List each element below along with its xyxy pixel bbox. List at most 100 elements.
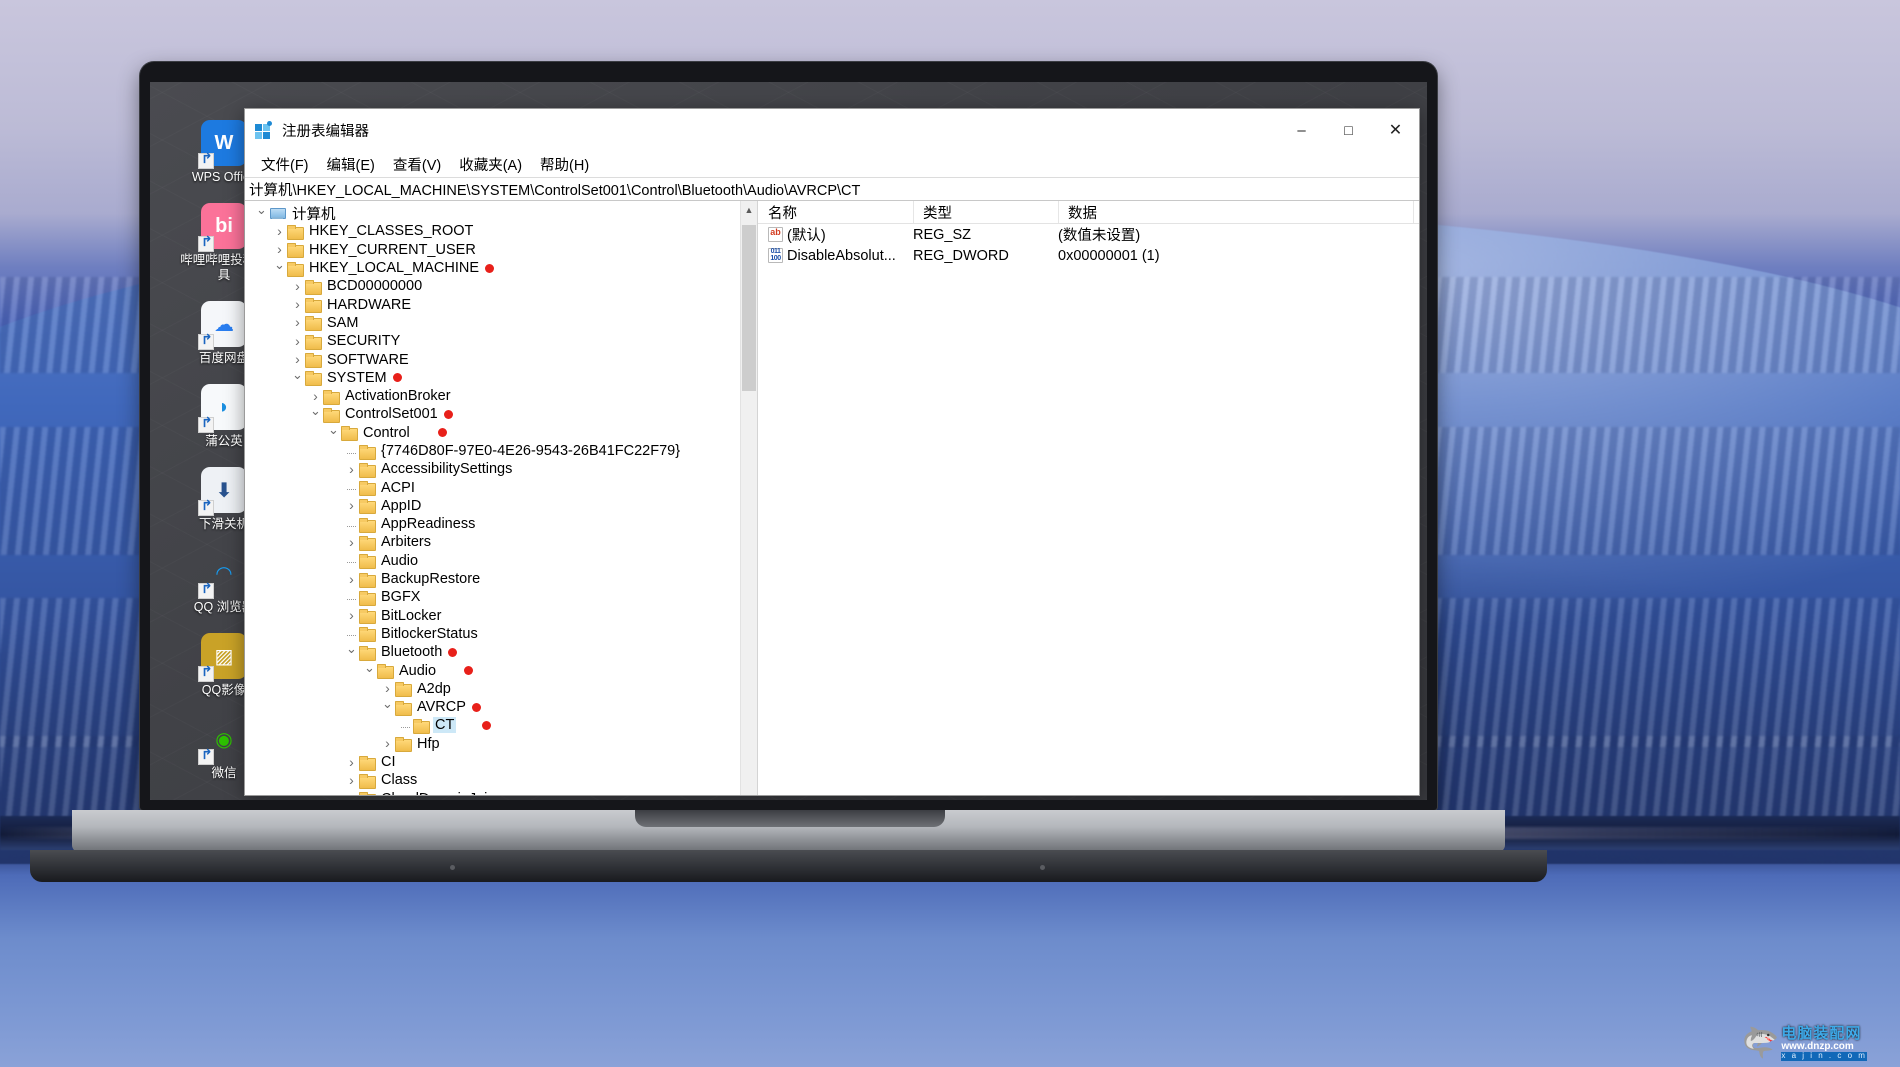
tree-node[interactable]: Audio (245, 552, 740, 570)
tree-node[interactable]: BCD00000000 (245, 277, 740, 295)
tree-node[interactable]: ACPI (245, 478, 740, 497)
value-row[interactable]: DisableAbsolut... REG_DWORD 0x00000001 (1) (758, 245, 1419, 266)
tree-node[interactable]: A2dp (245, 680, 740, 698)
tree-node[interactable]: BackupRestore (245, 570, 740, 588)
chevron-right-icon[interactable] (290, 352, 305, 367)
tree-node[interactable]: HARDWARE (245, 295, 740, 314)
registry-editor-icon (255, 121, 273, 139)
menu-item-0[interactable]: 文件(F) (254, 152, 316, 177)
tree-node[interactable]: SAM (245, 314, 740, 332)
tree-node[interactable]: AppID (245, 497, 740, 515)
tree-node[interactable]: Class (245, 771, 740, 789)
tree-node[interactable]: BitlockerStatus (245, 625, 740, 643)
tree-node-label: BitlockerStatus (381, 625, 478, 642)
tree-node[interactable]: HKEY_CURRENT_USER (245, 241, 740, 259)
tree-node[interactable]: HKEY_CLASSES_ROOT (245, 222, 740, 240)
chevron-right-icon[interactable] (344, 608, 359, 623)
chevron-right-icon[interactable] (272, 224, 287, 239)
column-header-type[interactable]: 类型 (913, 201, 1058, 223)
chevron-right-icon[interactable] (290, 297, 305, 312)
folder-icon (395, 682, 412, 698)
tree-node[interactable]: CI (245, 753, 740, 771)
tree-node[interactable]: Hfp (245, 735, 740, 753)
tree-node[interactable]: Audio (245, 661, 740, 680)
tree-node[interactable]: Bluetooth (245, 643, 740, 661)
tree-node[interactable]: AppReadiness (245, 515, 740, 533)
tree-node[interactable]: HKEY_LOCAL_MACHINE (245, 259, 740, 277)
tree-node[interactable]: Control (245, 424, 740, 442)
value-name-cell: DisableAbsolut... (758, 248, 913, 264)
folder-icon (305, 316, 322, 332)
tree-node-label: {7746D80F-97E0-4E26-9543-26B41FC22F79} (381, 443, 681, 459)
address-bar[interactable]: 计算机\HKEY_LOCAL_MACHINE\SYSTEM\ControlSet… (245, 177, 1419, 201)
scrollbar-thumb[interactable] (742, 225, 756, 391)
menu-item-3[interactable]: 收藏夹(A) (452, 152, 529, 177)
tree-node[interactable]: BitLocker (245, 607, 740, 625)
tree-node[interactable]: 计算机 (245, 204, 740, 223)
tree-node[interactable]: BGFX (245, 588, 740, 606)
folder-icon (287, 243, 304, 259)
tree-node-label: 计算机 (292, 206, 336, 223)
value-row[interactable]: (默认) REG_SZ (数值未设置) (758, 224, 1419, 245)
chevron-right-icon[interactable] (308, 389, 323, 404)
chevron-right-icon[interactable] (290, 334, 305, 349)
chevron-right-icon[interactable] (290, 279, 305, 294)
minimize-button[interactable]: – (1278, 109, 1325, 151)
scroll-up-arrow[interactable]: ▲ (741, 201, 757, 218)
tree-node-label: BGFX (381, 589, 421, 606)
chevron-right-icon[interactable] (344, 535, 359, 550)
tree-node-label: HKEY_CLASSES_ROOT (309, 223, 474, 240)
tree-node[interactable]: SECURITY (245, 332, 740, 350)
column-header-name[interactable]: 名称 (758, 201, 913, 223)
tree-vertical-scrollbar[interactable]: ▲ (740, 201, 757, 795)
tree-node[interactable]: {7746D80F-97E0-4E26-9543-26B41FC22F79} (245, 442, 740, 460)
tree-node[interactable]: AVRCP (245, 698, 740, 716)
chevron-down-icon[interactable] (290, 371, 305, 385)
chevron-right-icon[interactable] (290, 315, 305, 330)
registry-tree: 计算机HKEY_CLASSES_ROOTHKEY_CURRENT_USER HKE… (245, 201, 740, 795)
chevron-down-icon[interactable] (254, 206, 269, 220)
chevron-down-icon[interactable] (344, 645, 359, 659)
tree-node[interactable]: CloudDomainJoin (245, 790, 740, 795)
chevron-down-icon[interactable] (362, 664, 377, 678)
chevron-right-icon[interactable] (380, 681, 395, 696)
close-button[interactable]: ✕ (1372, 109, 1419, 151)
chevron-right-icon[interactable] (344, 755, 359, 770)
menu-item-2[interactable]: 查看(V) (386, 152, 448, 177)
folder-icon (287, 224, 304, 240)
menu-item-1[interactable]: 编辑(E) (320, 152, 382, 177)
tree-node[interactable]: CT (245, 716, 740, 734)
tree-node-label: BCD00000000 (327, 278, 423, 295)
annotation-dot (482, 720, 492, 730)
chevron-right-icon[interactable] (344, 462, 359, 477)
tree-node-label: Audio (399, 662, 437, 679)
annotation-dot (471, 702, 481, 712)
laptop-base-underside (30, 850, 1547, 882)
chevron-down-icon[interactable] (272, 261, 287, 275)
chevron-down-icon[interactable] (326, 426, 341, 440)
chevron-right-icon[interactable] (344, 773, 359, 788)
chevron-down-icon[interactable] (380, 700, 395, 714)
site-watermark: 🦈 电脑装配网 www.dnzp.com x a j i n . c o m (1740, 1020, 1900, 1067)
string-value-icon (768, 227, 783, 242)
registry-values-pane: 名称 类型 数据 (默认)REG_SZ(数值未设置)DisableAbsolut… (758, 201, 1419, 795)
menu-item-4[interactable]: 帮助(H) (533, 152, 596, 177)
folder-icon (359, 792, 376, 795)
folder-icon (359, 627, 376, 643)
tree-node[interactable]: SOFTWARE (245, 350, 740, 369)
chevron-right-icon[interactable] (344, 498, 359, 513)
window-titlebar: 注册表编辑器 – □ ✕ (245, 109, 1419, 151)
tree-node[interactable]: Arbiters (245, 533, 740, 551)
column-header-data[interactable]: 数据 (1058, 201, 1413, 223)
chevron-down-icon[interactable] (308, 407, 323, 421)
chevron-right-icon[interactable] (272, 242, 287, 257)
folder-icon (323, 389, 340, 405)
tree-node[interactable]: SYSTEM (245, 369, 740, 387)
watermark-url-alt: x a j i n . c o m (1781, 1051, 1867, 1061)
chevron-right-icon[interactable] (344, 572, 359, 587)
tree-node[interactable]: ControlSet001 (245, 405, 740, 423)
maximize-button[interactable]: □ (1325, 109, 1372, 151)
chevron-right-icon[interactable] (380, 736, 395, 751)
tree-node[interactable]: AccessibilitySettings (245, 460, 740, 478)
address-path: 计算机\HKEY_LOCAL_MACHINE\SYSTEM\ControlSet… (249, 182, 861, 199)
